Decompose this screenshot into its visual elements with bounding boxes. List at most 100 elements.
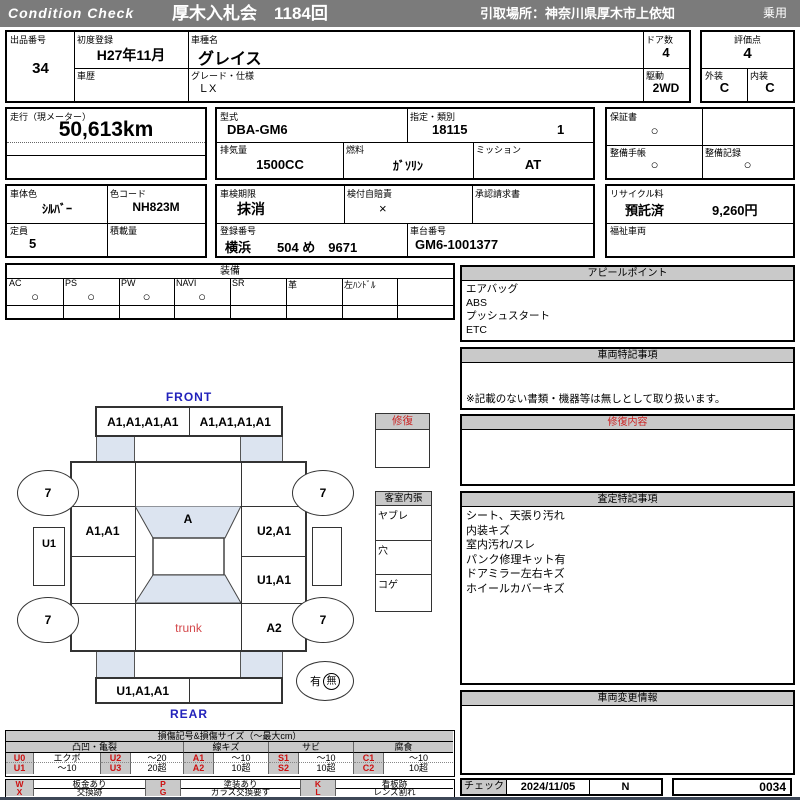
insurance-label: 検付自賠責 — [347, 189, 393, 199]
seating-capacity-label: 定員 — [10, 226, 29, 236]
front-label: FRONT — [165, 390, 213, 404]
legend-value: 〜10 — [214, 753, 269, 763]
cabin-section-hole: 穴 — [376, 541, 431, 575]
legend-code: A2 — [184, 763, 214, 774]
fuel-cell: 燃料 ｶﾞｿﾘﾝ — [343, 142, 473, 178]
legend-code: G — [146, 788, 181, 796]
equipment-title: 装備 — [7, 265, 453, 279]
vehicle-history-cell: 車歴 — [74, 68, 188, 101]
repair-mark-box: 修復 — [375, 413, 430, 468]
transmission-label: ミッション — [476, 145, 522, 155]
equipment-item: 革 — [286, 278, 342, 305]
damage-rear-bumper-right — [190, 679, 282, 702]
legend-value: ガラス交換要す — [181, 788, 301, 796]
front-left-pillar-shade — [96, 437, 135, 461]
fuel-value: ｶﾞｿﾘﾝ — [392, 159, 423, 173]
equipment-item-label: AC — [9, 278, 22, 288]
equipment-item: PS ○ — [63, 278, 119, 305]
approval-request-cell: 承認請求書 — [472, 186, 593, 223]
recycle-box: リサイクル料 預託済 9,260円 福祉車両 — [605, 184, 795, 258]
color-code-value: NH823M — [132, 200, 180, 214]
footer-lot-number: 0034 — [759, 780, 786, 794]
brand-title: Condition Check — [8, 5, 135, 21]
front-right-pillar-shade — [240, 437, 283, 461]
appeal-point-item: プッシュスタート — [466, 310, 550, 322]
divider — [397, 278, 398, 318]
repair-history-no-circled: 無 — [323, 672, 340, 690]
damage-right-front-door: U2,A1 — [256, 524, 291, 538]
damage-legend-table: 損傷記号&損傷サイズ（〜最大cm） 凸凹・亀裂 線キズ サビ 腐食 U0 エクボ… — [5, 730, 455, 777]
legend-code: S2 — [269, 763, 299, 774]
drive-type-value: 2WD — [652, 81, 680, 95]
auction-title: 厚木入札会 1184回 — [172, 4, 328, 23]
check-label: チェック — [462, 780, 507, 794]
welfare-vehicle-cell: 福祉車両 — [607, 223, 793, 256]
seating-capacity-value: 5 — [29, 236, 37, 251]
recycle-fee-value: 9,260円 — [712, 203, 758, 218]
interior-score-cell: 内装 C — [747, 68, 793, 101]
recycle-fee-label: リサイクル料 — [610, 189, 664, 199]
repair-history-yes: 有 — [310, 676, 321, 688]
assessment-note-item: ドアミラー左右キズ — [466, 568, 565, 580]
auction-sheet: Condition Check 厚木入札会 1184回 引取場所：神奈川県厚木市… — [0, 0, 800, 800]
legend-value: 10超 — [408, 763, 428, 773]
drive-type-cell: 駆動 2WD — [643, 68, 689, 101]
change-info-panel: 車両変更情報 — [460, 690, 795, 775]
trunk-area: trunk — [175, 620, 202, 635]
type-designation-cell: 指定・類別 18115 1 — [407, 109, 593, 142]
model-code-box: 型式 DBA-GM6 指定・類別 18115 1 排気量 1500CC 燃料 ｶ… — [215, 107, 595, 180]
equipment-item-label: PW — [121, 278, 136, 288]
score-value: 4 — [743, 45, 752, 62]
equipment-item: 左ﾊﾝﾄﾞﾙ — [342, 278, 397, 305]
check-date: 2024/11/05 — [507, 780, 590, 794]
damage-legend-table-2: W 板金あり P 塗装あり K 看板跡 X 交換跡 G ガラス交換要す L レン… — [5, 779, 455, 798]
assessment-note-item: パンク修理キット有 — [466, 553, 566, 566]
mirror-right — [312, 527, 342, 586]
exterior-score-cell: 外装 C — [702, 68, 747, 101]
legend-value: エクボ — [34, 753, 101, 763]
load-capacity-label: 積載量 — [110, 226, 138, 236]
legend-value: 塗装あり — [181, 780, 301, 788]
damage-front-bumper-left: A1,A1,A1,A1 — [97, 408, 190, 435]
warranty-cell: 保証書 ○ — [607, 109, 702, 145]
cabin-section-burn: コゲ — [378, 580, 398, 591]
legend-value: 板金あり — [34, 780, 146, 788]
displacement-cell: 排気量 1500CC — [217, 142, 343, 178]
seating-capacity-cell: 定員 5 — [7, 223, 107, 256]
tire-rear-left: 7 — [17, 597, 79, 643]
vehicle-id-box: 出品番号 34 初度登録 H27年11月 車歴 車種名 グレイス グレード・仕様… — [5, 30, 691, 103]
appeal-points-title: アピールポイント — [462, 267, 793, 281]
cabin-lining-box: 客室内張 ヤブレ 穴 コゲ — [375, 491, 432, 612]
equipment-item-label: PS — [65, 278, 78, 288]
registration-number-cell: 登録番号 横浜 504 め 9671 — [217, 223, 407, 256]
equipment-item-mark: ○ — [31, 289, 39, 304]
vehicle-history-label: 車歴 — [77, 71, 96, 81]
legend-group: サビ — [269, 742, 354, 753]
legend-value: 10超 — [299, 763, 354, 774]
appeal-point-item: エアバッグ — [466, 283, 519, 295]
grade-cell: グレード・仕様 ＬX — [188, 68, 643, 101]
lot-number-cell: 出品番号 34 — [7, 32, 74, 101]
maintenance-record-cell: 整備記録 ○ — [702, 145, 793, 178]
legend-code: K — [301, 780, 336, 788]
damage-right-rear-door: U1,A1 — [256, 572, 291, 587]
recycle-fee-cell: リサイクル料 預託済 9,260円 — [607, 186, 793, 223]
legend-value: 20超 — [131, 763, 184, 774]
tire-front-left: 7 — [17, 470, 79, 516]
score-box: 評価点 4 外装 C 内装 C — [700, 30, 795, 103]
equipment-item-mark: ○ — [87, 289, 95, 304]
legend-code: U1 — [6, 763, 34, 774]
damage-left-front-door: A1,A1 — [85, 524, 120, 538]
maintenance-book-cell: 整備手帳 ○ — [607, 145, 702, 178]
equipment-item-mark: ○ — [198, 289, 206, 304]
legend-code: X — [6, 788, 34, 796]
legend-group: 線キズ — [184, 742, 269, 753]
color-box: 車体色 ｼﾙﾊﾞｰ 色コード NH823M 定員 5 積載量 — [5, 184, 207, 258]
legend-value: 10超 — [214, 763, 269, 774]
equipment-item: AC ○ — [7, 278, 63, 305]
mileage-box: 走行（現メーター） 50,613km — [5, 107, 207, 180]
tire-front-right: 7 — [292, 470, 354, 516]
model-name-value: グレイス — [198, 51, 262, 68]
legend-code: U2 — [101, 753, 131, 763]
legend-code: S1 — [269, 753, 299, 763]
